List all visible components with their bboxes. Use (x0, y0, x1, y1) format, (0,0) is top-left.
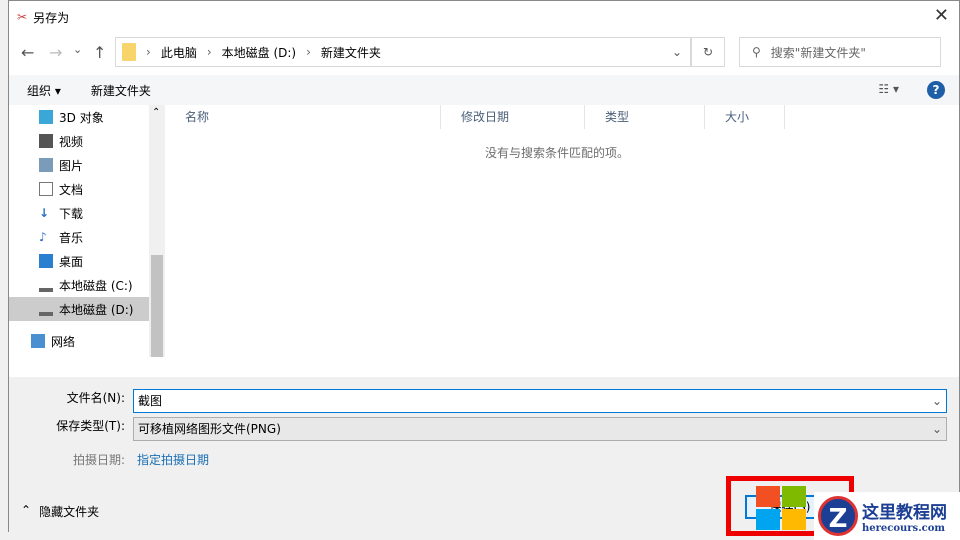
folder-icon (122, 43, 136, 61)
new-folder-button[interactable]: 新建文件夹 (91, 82, 151, 99)
sidebar-item-documents[interactable]: 文档 (9, 177, 165, 201)
filename-label: 文件名(N): (66, 391, 125, 405)
picture-icon (39, 158, 53, 172)
refresh-button[interactable]: ↻ (691, 37, 725, 67)
chevron-down-icon[interactable]: ⌄ (672, 45, 682, 59)
app-icon: ✂ (17, 10, 28, 24)
watermark-logo-icon: Z (818, 496, 858, 536)
date-row: 拍摄日期: 指定拍摄日期 (9, 451, 209, 468)
back-icon[interactable]: ← (21, 43, 34, 62)
type-row: 保存类型(T): (9, 417, 129, 434)
cube-icon (39, 110, 53, 124)
dialog-title: 另存为 (33, 10, 70, 25)
close-icon[interactable]: ✕ (934, 5, 949, 26)
filename-input[interactable]: 截图 ⌄ (133, 389, 947, 413)
sidebar-item-downloads[interactable]: ↓ 下载 (9, 201, 165, 225)
date-label: 拍摄日期: (72, 453, 125, 467)
file-list: 名称 修改日期 类型 大小 没有与搜索条件匹配的项。 (165, 105, 959, 377)
column-name[interactable]: 名称 (165, 105, 441, 129)
forward-icon[interactable]: → (49, 43, 62, 62)
music-icon: ♪ (39, 230, 47, 244)
label: 网络 (51, 334, 76, 349)
column-size[interactable]: 大小 (705, 105, 785, 129)
breadcrumb-item[interactable]: 新建文件夹 (321, 44, 381, 61)
navigation-bar: ← → ⌄ ↑ › 此电脑 › 本地磁盘 (D:) › 新建文件夹 ⌄ ↻ ⚲ 搜索"… (9, 37, 959, 67)
label: 本地磁盘 (D:) (59, 302, 134, 317)
document-icon (39, 182, 53, 196)
sidebar-scrollbar[interactable]: ⌃ (149, 105, 165, 357)
sidebar-item-drive-d[interactable]: 本地磁盘 (D:) (9, 297, 165, 321)
chevron-up-icon: ⌃ (21, 503, 32, 517)
sidebar-item-network[interactable]: 网络 (9, 329, 165, 353)
file-type-select[interactable]: 可移植网络图形文件(PNG) ⌄ (133, 417, 947, 441)
film-icon (39, 134, 53, 148)
watermark-name: 这里教程网 (862, 503, 947, 523)
column-headers: 名称 修改日期 类型 大小 (165, 105, 959, 129)
scroll-up-icon[interactable]: ⌃ (152, 107, 160, 118)
label: 视频 (59, 134, 84, 149)
watermark: Z 这里教程网 herecours.com (814, 492, 960, 540)
view-options-button[interactable]: ☷ ▾ (878, 82, 899, 96)
network-icon (31, 334, 45, 348)
address-bar[interactable]: › 此电脑 › 本地磁盘 (D:) › 新建文件夹 ⌄ (115, 37, 691, 67)
sidebar-item-drive-c[interactable]: 本地磁盘 (C:) (9, 273, 165, 297)
sidebar-item-desktop[interactable]: 桌面 (9, 249, 165, 273)
title-bar: ✂ 另存为 ✕ (9, 1, 959, 33)
empty-message: 没有与搜索条件匹配的项。 (484, 146, 629, 160)
column-type[interactable]: 类型 (585, 105, 705, 129)
file-type-value: 可移植网络图形文件(PNG) (138, 422, 281, 436)
filename-row: 文件名(N): (9, 389, 129, 406)
save-as-dialog: ✂ 另存为 ✕ ← → ⌄ ↑ › 此电脑 › 本地磁盘 (D:) › 新建文件夹 ⌄… (8, 0, 960, 533)
scrollbar-thumb[interactable] (151, 255, 163, 357)
search-input[interactable]: ⚲ 搜索"新建文件夹" (739, 37, 941, 67)
chevron-down-icon[interactable]: ⌄ (932, 390, 942, 412)
breadcrumb-item[interactable]: 本地磁盘 (D:) (222, 44, 296, 61)
recent-locations-icon[interactable]: ⌄ (73, 43, 82, 56)
download-icon: ↓ (39, 206, 50, 220)
label: 图片 (59, 158, 84, 173)
toolbar: 组织 ▾ 新建文件夹 ☷ ▾ ? (9, 75, 959, 105)
desktop-icon (39, 254, 53, 268)
sidebar-item-pictures[interactable]: 图片 (9, 153, 165, 177)
organize-button[interactable]: 组织 ▾ (27, 82, 61, 99)
drive-icon (39, 278, 53, 292)
drive-icon (39, 302, 53, 316)
sidebar-item-3d-objects[interactable]: 3D 对象 (9, 105, 165, 129)
column-modified[interactable]: 修改日期 (441, 105, 585, 129)
hide-folders-label: 隐藏文件夹 (39, 505, 100, 519)
filename-value: 截图 (138, 394, 163, 408)
navigation-pane: 3D 对象 视频 图片 文档 ↓ 下载 ♪ 音乐 桌面 本地磁盘 (C:) 本地磁盘… (9, 105, 165, 357)
label: 桌面 (59, 254, 84, 269)
up-icon[interactable]: ↑ (93, 43, 106, 62)
chevron-down-icon[interactable]: ⌄ (932, 418, 942, 440)
windows-logo-icon (756, 486, 806, 530)
breadcrumb-item[interactable]: 此电脑 (161, 44, 197, 61)
help-button[interactable]: ? (927, 81, 945, 99)
search-placeholder: 搜索"新建文件夹" (770, 45, 866, 60)
label: 3D 对象 (59, 110, 104, 125)
search-icon: ⚲ (752, 45, 761, 59)
set-date-link[interactable]: 指定拍摄日期 (129, 451, 209, 468)
watermark-url: herecours.com (862, 523, 946, 534)
label: 下载 (59, 206, 84, 221)
hide-folders-button[interactable]: ⌃ 隐藏文件夹 (21, 503, 99, 520)
label: 音乐 (59, 230, 84, 245)
label: 本地磁盘 (C:) (59, 278, 133, 293)
label: 文档 (59, 182, 84, 197)
type-label: 保存类型(T): (56, 419, 125, 433)
sidebar-item-videos[interactable]: 视频 (9, 129, 165, 153)
sidebar-item-music[interactable]: ♪ 音乐 (9, 225, 165, 249)
